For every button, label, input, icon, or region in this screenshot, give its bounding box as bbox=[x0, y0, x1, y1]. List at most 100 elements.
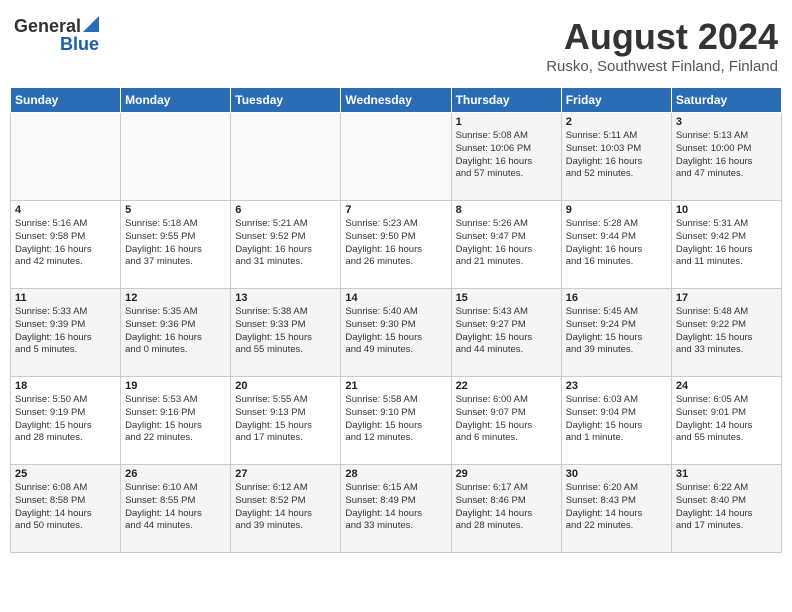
day-number: 2 bbox=[566, 116, 667, 128]
day-cell: 16 Sunrise: 5:45 AM Sunset: 9:24 PM Dayli… bbox=[561, 289, 671, 377]
day-cell: 15 Sunrise: 5:43 AM Sunset: 9:27 PM Dayli… bbox=[451, 289, 561, 377]
day-info: Sunrise: 5:26 AM Sunset: 9:47 PM Dayligh… bbox=[456, 218, 557, 269]
column-header-wednesday: Wednesday bbox=[341, 88, 451, 113]
day-number: 22 bbox=[456, 380, 557, 392]
day-info: Sunrise: 6:17 AM Sunset: 8:46 PM Dayligh… bbox=[456, 482, 557, 533]
day-cell: 21 Sunrise: 5:58 AM Sunset: 9:10 PM Dayli… bbox=[341, 377, 451, 465]
month-year-title: August 2024 bbox=[546, 16, 778, 58]
location-subtitle: Rusko, Southwest Finland, Finland bbox=[546, 58, 778, 75]
day-number: 6 bbox=[235, 204, 336, 216]
day-cell: 19 Sunrise: 5:53 AM Sunset: 9:16 PM Dayli… bbox=[121, 377, 231, 465]
day-number: 16 bbox=[566, 292, 667, 304]
column-header-sunday: Sunday bbox=[11, 88, 121, 113]
day-cell bbox=[341, 113, 451, 201]
day-cell: 8 Sunrise: 5:26 AM Sunset: 9:47 PM Daylig… bbox=[451, 201, 561, 289]
day-number: 12 bbox=[125, 292, 226, 304]
logo: General Blue bbox=[14, 16, 99, 55]
day-number: 20 bbox=[235, 380, 336, 392]
day-number: 30 bbox=[566, 468, 667, 480]
day-info: Sunrise: 5:11 AM Sunset: 10:03 PM Daylig… bbox=[566, 130, 667, 181]
day-cell: 24 Sunrise: 6:05 AM Sunset: 9:01 PM Dayli… bbox=[671, 377, 781, 465]
day-cell: 7 Sunrise: 5:23 AM Sunset: 9:50 PM Daylig… bbox=[341, 201, 451, 289]
day-number: 18 bbox=[15, 380, 116, 392]
day-number: 24 bbox=[676, 380, 777, 392]
day-info: Sunrise: 5:38 AM Sunset: 9:33 PM Dayligh… bbox=[235, 306, 336, 357]
day-number: 3 bbox=[676, 116, 777, 128]
week-row-5: 25 Sunrise: 6:08 AM Sunset: 8:58 PM Dayli… bbox=[11, 465, 782, 553]
day-info: Sunrise: 5:28 AM Sunset: 9:44 PM Dayligh… bbox=[566, 218, 667, 269]
day-number: 28 bbox=[345, 468, 446, 480]
day-number: 17 bbox=[676, 292, 777, 304]
day-number: 21 bbox=[345, 380, 446, 392]
day-number: 14 bbox=[345, 292, 446, 304]
day-cell: 13Sunrise: 5:38 AM Sunset: 9:33 PM Dayli… bbox=[231, 289, 341, 377]
day-cell: 12Sunrise: 5:35 AM Sunset: 9:36 PM Dayli… bbox=[121, 289, 231, 377]
day-cell: 6Sunrise: 5:21 AM Sunset: 9:52 PM Daylig… bbox=[231, 201, 341, 289]
calendar-header-row: SundayMondayTuesdayWednesdayThursdayFrid… bbox=[11, 88, 782, 113]
day-cell bbox=[121, 113, 231, 201]
day-info: Sunrise: 5:13 AM Sunset: 10:00 PM Daylig… bbox=[676, 130, 777, 181]
day-cell: 14 Sunrise: 5:40 AM Sunset: 9:30 PM Dayli… bbox=[341, 289, 451, 377]
day-number: 23 bbox=[566, 380, 667, 392]
column-header-tuesday: Tuesday bbox=[231, 88, 341, 113]
day-number: 26 bbox=[125, 468, 226, 480]
day-number: 1 bbox=[456, 116, 557, 128]
column-header-monday: Monday bbox=[121, 88, 231, 113]
logo-blue-text: Blue bbox=[60, 35, 99, 55]
day-info: Sunrise: 5:33 AM Sunset: 9:39 PM Dayligh… bbox=[15, 306, 116, 357]
day-number: 5 bbox=[125, 204, 226, 216]
day-cell: 22Sunrise: 6:00 AM Sunset: 9:07 PM Dayli… bbox=[451, 377, 561, 465]
day-info: Sunrise: 5:55 AM Sunset: 9:13 PM Dayligh… bbox=[235, 394, 336, 445]
column-header-friday: Friday bbox=[561, 88, 671, 113]
week-row-2: 4 Sunrise: 5:16 AM Sunset: 9:58 PM Daylig… bbox=[11, 201, 782, 289]
day-number: 9 bbox=[566, 204, 667, 216]
page-header: General Blue August 2024 Rusko, Southwes… bbox=[10, 10, 782, 81]
day-info: Sunrise: 5:58 AM Sunset: 9:10 PM Dayligh… bbox=[345, 394, 446, 445]
day-info: Sunrise: 5:18 AM Sunset: 9:55 PM Dayligh… bbox=[125, 218, 226, 269]
day-info: Sunrise: 5:48 AM Sunset: 9:22 PM Dayligh… bbox=[676, 306, 777, 357]
day-number: 10 bbox=[676, 204, 777, 216]
logo-triangle-icon bbox=[83, 16, 99, 32]
day-info: Sunrise: 6:20 AM Sunset: 8:43 PM Dayligh… bbox=[566, 482, 667, 533]
day-cell: 1Sunrise: 5:08 AM Sunset: 10:06 PM Dayli… bbox=[451, 113, 561, 201]
day-cell: 2 Sunrise: 5:11 AM Sunset: 10:03 PM Dayli… bbox=[561, 113, 671, 201]
day-number: 7 bbox=[345, 204, 446, 216]
week-row-4: 18Sunrise: 5:50 AM Sunset: 9:19 PM Dayli… bbox=[11, 377, 782, 465]
day-info: Sunrise: 5:16 AM Sunset: 9:58 PM Dayligh… bbox=[15, 218, 116, 269]
column-header-saturday: Saturday bbox=[671, 88, 781, 113]
day-cell bbox=[11, 113, 121, 201]
day-number: 8 bbox=[456, 204, 557, 216]
day-cell: 25 Sunrise: 6:08 AM Sunset: 8:58 PM Dayli… bbox=[11, 465, 121, 553]
day-info: Sunrise: 5:23 AM Sunset: 9:50 PM Dayligh… bbox=[345, 218, 446, 269]
day-cell: 30 Sunrise: 6:20 AM Sunset: 8:43 PM Dayli… bbox=[561, 465, 671, 553]
day-info: Sunrise: 5:43 AM Sunset: 9:27 PM Dayligh… bbox=[456, 306, 557, 357]
week-row-3: 11Sunrise: 5:33 AM Sunset: 9:39 PM Dayli… bbox=[11, 289, 782, 377]
day-number: 4 bbox=[15, 204, 116, 216]
day-info: Sunrise: 6:03 AM Sunset: 9:04 PM Dayligh… bbox=[566, 394, 667, 445]
title-block: August 2024 Rusko, Southwest Finland, Fi… bbox=[546, 16, 778, 75]
day-info: Sunrise: 5:45 AM Sunset: 9:24 PM Dayligh… bbox=[566, 306, 667, 357]
day-number: 31 bbox=[676, 468, 777, 480]
day-number: 15 bbox=[456, 292, 557, 304]
day-info: Sunrise: 5:40 AM Sunset: 9:30 PM Dayligh… bbox=[345, 306, 446, 357]
week-row-1: 1Sunrise: 5:08 AM Sunset: 10:06 PM Dayli… bbox=[11, 113, 782, 201]
day-cell: 10Sunrise: 5:31 AM Sunset: 9:42 PM Dayli… bbox=[671, 201, 781, 289]
day-cell: 11Sunrise: 5:33 AM Sunset: 9:39 PM Dayli… bbox=[11, 289, 121, 377]
day-info: Sunrise: 6:15 AM Sunset: 8:49 PM Dayligh… bbox=[345, 482, 446, 533]
day-number: 29 bbox=[456, 468, 557, 480]
day-info: Sunrise: 6:05 AM Sunset: 9:01 PM Dayligh… bbox=[676, 394, 777, 445]
day-info: Sunrise: 6:10 AM Sunset: 8:55 PM Dayligh… bbox=[125, 482, 226, 533]
calendar-table: SundayMondayTuesdayWednesdayThursdayFrid… bbox=[10, 87, 782, 553]
day-info: Sunrise: 6:08 AM Sunset: 8:58 PM Dayligh… bbox=[15, 482, 116, 533]
day-info: Sunrise: 6:22 AM Sunset: 8:40 PM Dayligh… bbox=[676, 482, 777, 533]
day-cell: 18Sunrise: 5:50 AM Sunset: 9:19 PM Dayli… bbox=[11, 377, 121, 465]
day-info: Sunrise: 5:53 AM Sunset: 9:16 PM Dayligh… bbox=[125, 394, 226, 445]
day-cell: 4 Sunrise: 5:16 AM Sunset: 9:58 PM Daylig… bbox=[11, 201, 121, 289]
day-cell: 5 Sunrise: 5:18 AM Sunset: 9:55 PM Daylig… bbox=[121, 201, 231, 289]
day-number: 25 bbox=[15, 468, 116, 480]
day-number: 19 bbox=[125, 380, 226, 392]
day-info: Sunrise: 6:12 AM Sunset: 8:52 PM Dayligh… bbox=[235, 482, 336, 533]
day-cell: 28 Sunrise: 6:15 AM Sunset: 8:49 PM Dayli… bbox=[341, 465, 451, 553]
day-cell: 27Sunrise: 6:12 AM Sunset: 8:52 PM Dayli… bbox=[231, 465, 341, 553]
day-cell: 29 Sunrise: 6:17 AM Sunset: 8:46 PM Dayli… bbox=[451, 465, 561, 553]
